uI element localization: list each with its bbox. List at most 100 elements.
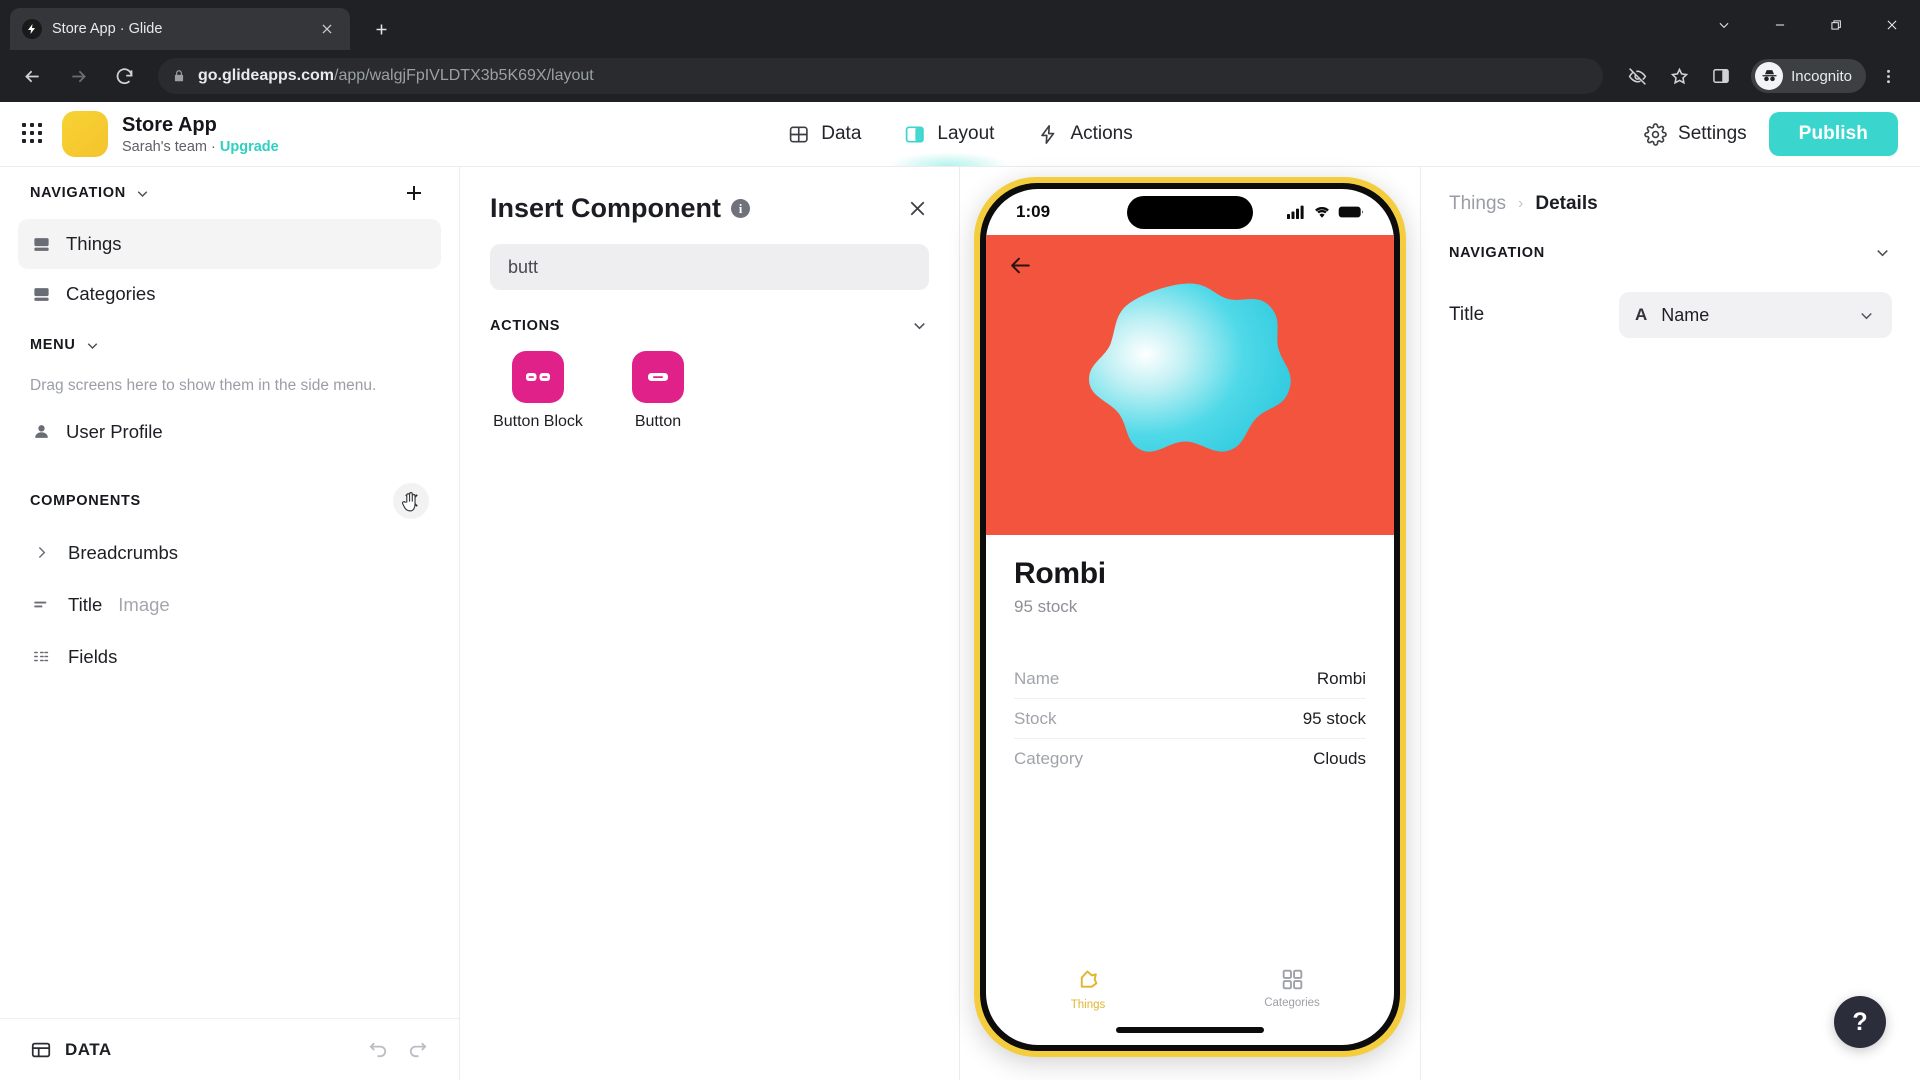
- table-icon: [30, 1039, 52, 1061]
- data-table-icon: [787, 123, 810, 146]
- app-thumbnail-icon[interactable]: [62, 111, 108, 157]
- tab-actions[interactable]: Actions: [1032, 102, 1136, 166]
- app-meta: Store App Sarah's team · Upgrade: [122, 114, 279, 155]
- kebab-menu-icon[interactable]: [1868, 56, 1908, 96]
- omnibox[interactable]: go.glideapps.com/app/walgjFpIVLDTX3b5K69…: [158, 58, 1604, 94]
- sidebar-body: NAVIGATION Things Categories MENU Drag s…: [0, 167, 459, 1018]
- phone-preview: 1:09 Rombi 95 stock Name Rombi Stock 95 …: [960, 167, 1420, 1080]
- incognito-hat-icon: [1755, 62, 1784, 90]
- insert-group-actions-header[interactable]: ACTIONS: [490, 316, 929, 335]
- title-property-select[interactable]: A Name: [1619, 292, 1892, 338]
- menu-section-header: MENU: [18, 319, 441, 371]
- sidebar-item-user-profile[interactable]: User Profile: [18, 407, 441, 457]
- close-icon[interactable]: [316, 18, 338, 40]
- grid-squares-icon: [1280, 967, 1305, 992]
- chevron-down-icon[interactable]: [1696, 0, 1752, 50]
- component-breadcrumbs-label: Breadcrumbs: [68, 541, 179, 563]
- insert-item-button-label: Button: [634, 413, 682, 430]
- status-time: 1:09: [1016, 202, 1051, 221]
- insert-item-button-block-label: Button Block: [493, 413, 583, 430]
- wifi-icon: [1313, 205, 1331, 219]
- navigation-group-title: NAVIGATION: [1449, 244, 1545, 261]
- tab-data[interactable]: Data: [783, 102, 865, 166]
- publish-button[interactable]: Publish: [1768, 112, 1898, 156]
- browser-toolbar: go.glideapps.com/app/walgjFpIVLDTX3b5K69…: [0, 50, 1920, 102]
- side-panel-icon[interactable]: [1701, 56, 1741, 96]
- settings-button[interactable]: Settings: [1644, 122, 1747, 146]
- plus-icon[interactable]: [399, 178, 429, 208]
- phone-item-subtitle: 95 stock: [1014, 597, 1078, 616]
- phone-tab-things[interactable]: Things: [986, 967, 1190, 1011]
- components-section-header: COMPONENTS: [18, 475, 441, 527]
- phone-field-value: Clouds: [1313, 749, 1366, 768]
- components-section-title: COMPONENTS: [30, 492, 141, 509]
- component-fields[interactable]: Fields: [18, 631, 441, 683]
- incognito-indicator[interactable]: Incognito: [1751, 59, 1866, 93]
- arrow-right-icon[interactable]: [58, 56, 98, 96]
- menu-section-title: MENU: [30, 337, 76, 353]
- new-tab-button[interactable]: [364, 12, 398, 46]
- navigation-group-header[interactable]: NAVIGATION: [1449, 243, 1892, 262]
- component-search-input[interactable]: butt: [490, 244, 929, 290]
- team-name: Sarah's team: [122, 138, 207, 155]
- undo-icon[interactable]: [367, 1038, 390, 1061]
- component-title[interactable]: Title Image: [18, 579, 441, 631]
- title-property-row: Title A Name: [1449, 292, 1892, 338]
- reload-icon[interactable]: [104, 56, 144, 96]
- component-breadcrumbs[interactable]: Breadcrumbs: [18, 527, 441, 579]
- info-icon[interactable]: i: [731, 199, 751, 218]
- upgrade-link[interactable]: Upgrade: [220, 139, 279, 155]
- redo-icon[interactable]: [406, 1038, 429, 1061]
- component-search-value: butt: [508, 256, 539, 277]
- tab-actions-label: Actions: [1070, 123, 1133, 144]
- sidebar-item-things[interactable]: Things: [18, 219, 441, 269]
- data-button[interactable]: DATA: [30, 1039, 112, 1061]
- battery-icon: [1338, 205, 1364, 219]
- sidebar-item-things-label: Things: [66, 233, 122, 254]
- minimize-icon[interactable]: [1752, 0, 1808, 50]
- glide-app-header: Store App Sarah's team · Upgrade Data La…: [0, 102, 1920, 167]
- phone-field-row: Name Rombi: [1014, 659, 1366, 699]
- chevron-down-icon[interactable]: [910, 316, 929, 335]
- help-button[interactable]: ?: [1834, 996, 1886, 1048]
- insert-item-button[interactable]: Button: [610, 351, 706, 431]
- close-icon[interactable]: [1864, 0, 1920, 50]
- chevron-down-icon[interactable]: [1873, 243, 1892, 262]
- insert-component-panel: Insert Component i butt ACTIONS Button B…: [460, 167, 960, 1080]
- arrow-left-icon[interactable]: [12, 56, 52, 96]
- phone-field-key: Stock: [1014, 708, 1057, 728]
- maximize-icon[interactable]: [1808, 0, 1864, 50]
- layout-columns-icon: [903, 123, 926, 146]
- breadcrumb: Things › Details: [1449, 193, 1892, 215]
- insert-panel-close-button[interactable]: [906, 197, 929, 220]
- phone-tab-categories-label: Categories: [1264, 997, 1320, 1009]
- eye-off-icon[interactable]: [1617, 56, 1657, 96]
- chevron-down-icon[interactable]: [1857, 306, 1876, 325]
- star-icon[interactable]: [1659, 56, 1699, 96]
- arrow-left-icon[interactable]: [1008, 253, 1033, 283]
- chevron-down-icon[interactable]: [84, 337, 101, 354]
- chevron-down-icon[interactable]: [134, 185, 151, 202]
- sidebar-item-categories-label: Categories: [66, 283, 156, 304]
- phone-tab-categories[interactable]: Categories: [1190, 967, 1394, 1009]
- components-close-button[interactable]: [393, 482, 429, 519]
- toolbar-right: Incognito: [1617, 56, 1908, 96]
- sidebar-item-categories[interactable]: Categories: [18, 269, 441, 319]
- browser-tab-title: Store App · Glide: [52, 21, 163, 37]
- breadcrumb-current: Details: [1535, 193, 1598, 214]
- lock-icon: [172, 69, 186, 83]
- phone-fields-list: Name Rombi Stock 95 stock Category Cloud…: [1014, 659, 1366, 779]
- insert-group-actions-items: Button Block Button: [490, 351, 929, 431]
- button-icon: [632, 351, 684, 403]
- breadcrumb-parent[interactable]: Things: [1449, 193, 1506, 215]
- apps-grid-icon[interactable]: [22, 123, 44, 145]
- tab-layout[interactable]: Layout: [887, 102, 1011, 166]
- omnibox-path: /app/walgjFpIVLDTX3b5K69X/layout: [334, 67, 594, 84]
- title-lines-icon: [30, 595, 52, 614]
- chevron-right-icon[interactable]: [30, 544, 52, 561]
- phone-item-title: Rombi: [1014, 557, 1106, 590]
- browser-tab[interactable]: Store App · Glide: [10, 8, 350, 50]
- insert-group-actions-title: ACTIONS: [490, 317, 561, 334]
- insert-item-button-block[interactable]: Button Block: [490, 351, 586, 431]
- phone-field-row: Category Clouds: [1014, 739, 1366, 779]
